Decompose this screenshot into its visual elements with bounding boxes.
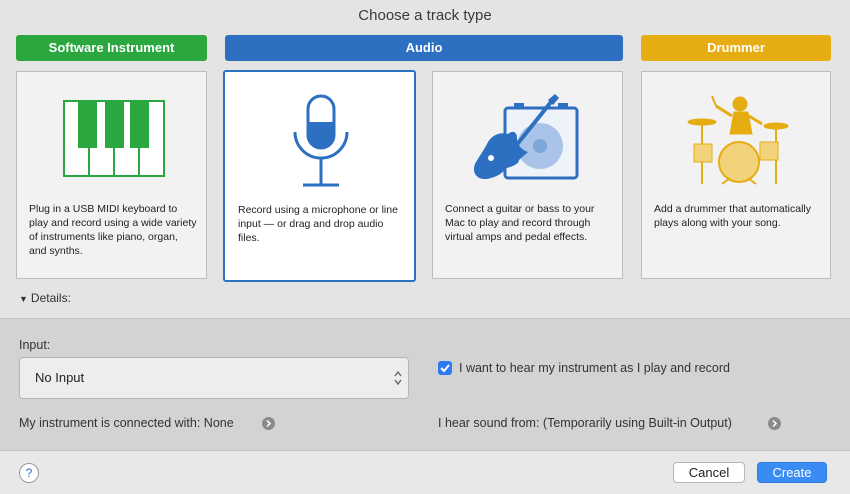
audio-microphone-card[interactable]: Record using a microphone or line input … [223,70,416,282]
help-button[interactable]: ? [19,463,39,483]
dialog-title: Choose a track type [358,7,492,24]
connected-with-label: My instrument is connected with: None [19,416,234,430]
drummer-card[interactable]: Add a drummer that automatically plays a… [641,71,831,279]
sound-output-arrow-icon[interactable] [768,417,781,430]
input-select[interactable]: No Input [19,357,409,399]
audio-header[interactable]: Audio [225,35,623,61]
drummer-icon [642,72,830,194]
input-select-value: No Input [35,370,85,385]
hear-instrument-label: I want to hear my instrument as I play a… [459,361,730,375]
drummer-description: Add a drummer that automatically plays a… [654,203,811,229]
disclosure-triangle-icon: ▼ [19,294,28,304]
software-instrument-description: Plug in a USB MIDI keyboard to play and … [29,203,197,257]
guitar-description: Connect a guitar or bass to your Mac to … [445,203,595,243]
microphone-icon [225,72,414,194]
piano-keys-icon [17,72,206,194]
details-label: Details: [30,291,71,305]
microphone-description: Record using a microphone or line input … [238,204,398,244]
hear-instrument-checkbox[interactable] [438,361,452,375]
create-button[interactable]: Create [757,462,827,483]
details-disclosure[interactable]: ▼ Details: [19,291,71,305]
input-label: Input: [19,338,51,352]
software-instrument-header[interactable]: Software Instrument [16,35,207,61]
connected-with-arrow-icon[interactable] [262,417,275,430]
cancel-button[interactable]: Cancel [673,462,745,483]
audio-guitar-card[interactable]: Connect a guitar or bass to your Mac to … [432,71,623,279]
sound-output-label: I hear sound from: (Temporarily using Bu… [438,416,732,430]
guitar-amp-icon [433,72,622,194]
drummer-header[interactable]: Drummer [641,35,831,61]
software-instrument-card[interactable]: Plug in a USB MIDI keyboard to play and … [16,71,207,279]
checkmark-icon [440,364,450,373]
chevron-updown-icon [394,370,402,386]
